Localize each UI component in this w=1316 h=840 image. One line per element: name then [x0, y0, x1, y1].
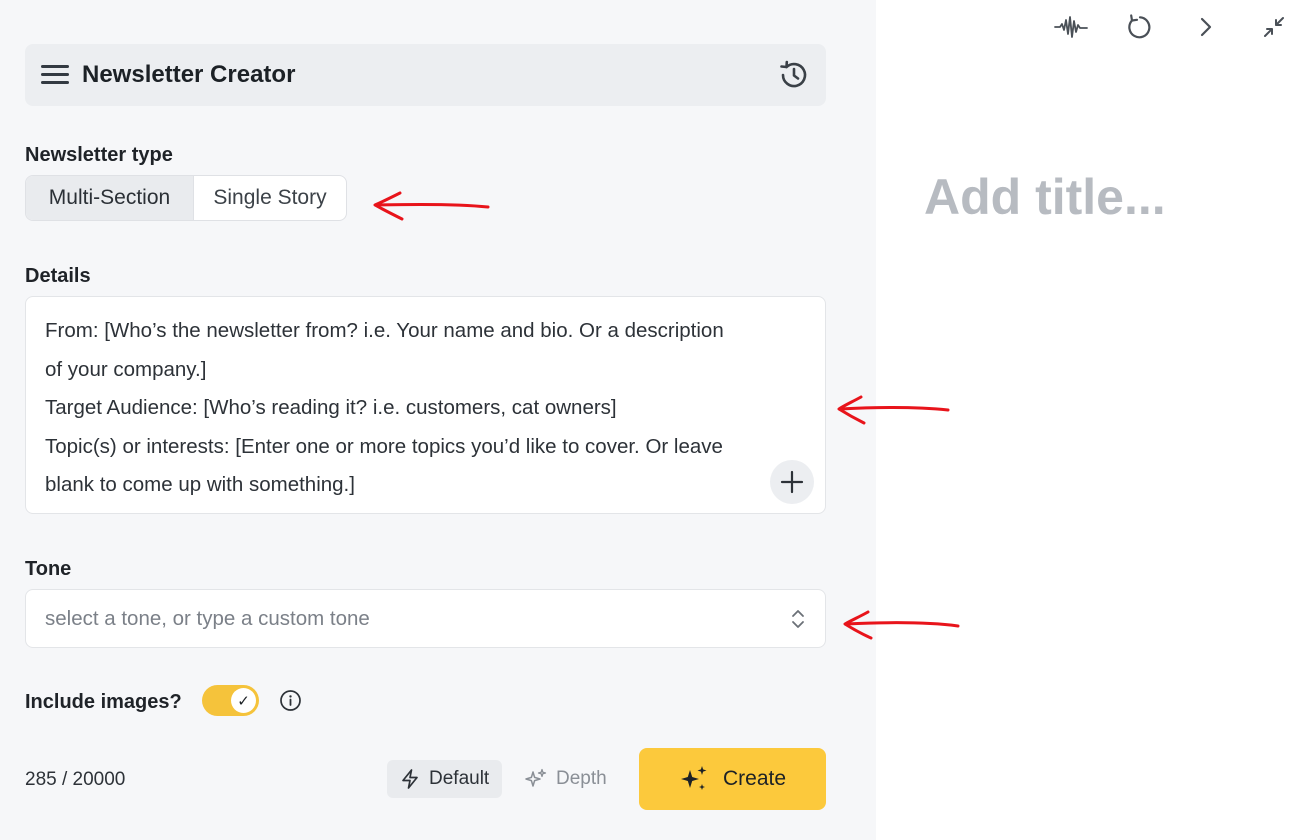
details-line: Topic(s) or interests: [Enter one or mor… [45, 434, 723, 458]
info-icon[interactable] [279, 689, 302, 712]
newsletter-type-selector: Multi-Section Single Story [25, 175, 347, 221]
details-line: Target Audience: [Who’s reading it? i.e.… [45, 396, 617, 419]
tone-label: Tone [25, 558, 72, 580]
details-label: Details [25, 265, 91, 287]
title-placeholder[interactable]: Add title... [924, 168, 1166, 226]
character-count: 285 / 20000 [25, 769, 126, 790]
creator-panel: Newsletter Creator Newsletter type Multi… [0, 0, 876, 840]
create-label: Create [722, 767, 787, 790]
menu-icon[interactable] [41, 64, 69, 86]
collapse-icon[interactable] [1259, 12, 1289, 42]
tone-input[interactable] [45, 590, 765, 647]
newsletter-type-label: Newsletter type [25, 144, 173, 166]
details-text[interactable]: From: [Who’s the newsletter from? i.e. Y… [45, 312, 775, 505]
option-single-story[interactable]: Single Story [194, 176, 346, 220]
chevron-right-icon[interactable] [1191, 12, 1221, 42]
history-icon[interactable] [777, 58, 811, 92]
sparkles-icon [525, 768, 547, 787]
chevron-up-down-icon[interactable] [788, 607, 808, 631]
details-line: of your company.] [45, 357, 207, 381]
waveform-icon[interactable] [1054, 12, 1088, 42]
tone-combobox[interactable] [25, 589, 826, 648]
annotation-arrow [843, 610, 960, 640]
annotation-arrow [373, 191, 490, 221]
details-textarea[interactable]: From: [Who’s the newsletter from? i.e. Y… [25, 296, 826, 514]
mode-depth-button[interactable]: Depth [524, 760, 616, 798]
mode-depth-label: Depth [556, 768, 607, 789]
details-line: blank to come up with something.] [45, 473, 355, 496]
page-title: Newsletter Creator [82, 61, 296, 88]
annotation-arrow [837, 395, 950, 425]
lightning-icon [402, 769, 418, 789]
mode-default-button[interactable]: Default [387, 760, 502, 798]
refresh-icon[interactable] [1123, 12, 1153, 42]
sparkles-icon [680, 766, 707, 790]
plus-icon[interactable] [770, 460, 814, 504]
details-line: From: [Who’s the newsletter from? i.e. Y… [45, 319, 724, 342]
check-icon: ✓ [231, 688, 256, 713]
include-images-toggle[interactable]: ✓ [202, 685, 259, 716]
panel-header: Newsletter Creator [25, 44, 826, 106]
mode-default-label: Default [429, 768, 490, 789]
create-button[interactable]: Create [639, 748, 826, 810]
option-multi-section[interactable]: Multi-Section [26, 176, 194, 220]
include-images-label: Include images? [25, 691, 182, 713]
